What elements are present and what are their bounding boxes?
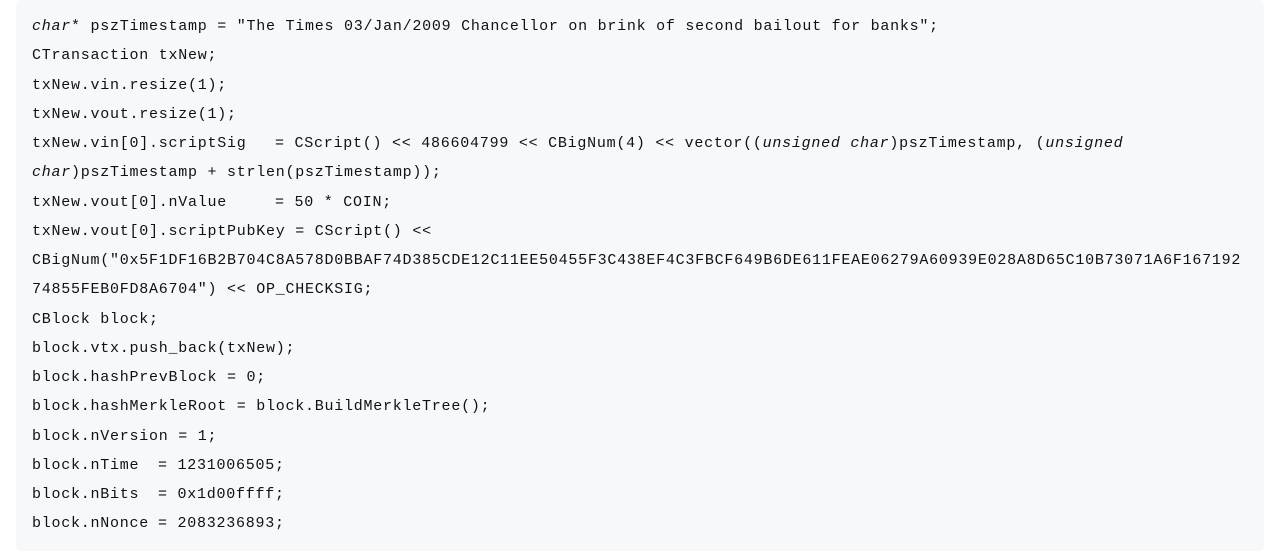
- code-token: * pszTimestamp = "The Times 03/Jan/2009 …: [71, 18, 939, 35]
- code-rhs: = 2083236893;: [158, 515, 285, 532]
- code-line: CTransaction txNew;: [32, 47, 217, 64]
- code-rhs: = 50 * COIN;: [275, 194, 392, 211]
- code-line: CBlock block;: [32, 311, 159, 328]
- code-lhs: txNew.vout[0].nValue: [32, 188, 275, 217]
- code-line: block.nVersion = 1;: [32, 428, 217, 445]
- code-line: block.hashPrevBlock = 0;: [32, 369, 266, 386]
- code-rhs: = 1231006505;: [158, 457, 285, 474]
- code-lhs: block.nNonce: [32, 509, 158, 538]
- code-line: txNew.vout.resize(1);: [32, 106, 237, 123]
- code-line: block.hashMerkleRoot = block.BuildMerkle…: [32, 398, 490, 415]
- code-lhs: txNew.vout[0].scriptPubKey: [32, 223, 295, 240]
- code-line: txNew.vin.resize(1);: [32, 77, 227, 94]
- code-token: = CScript() << 486604799 << CBigNum(4) <…: [275, 135, 763, 152]
- code-token: unsigned char: [763, 135, 890, 152]
- code-line: block.vtx.push_back(txNew);: [32, 340, 295, 357]
- code-token: )pszTimestamp + strlen(pszTimestamp));: [71, 164, 442, 181]
- code-block: char* pszTimestamp = "The Times 03/Jan/2…: [16, 0, 1264, 551]
- code-lhs: block.nTime: [32, 451, 158, 480]
- code-lhs: txNew.vin[0].scriptSig: [32, 129, 275, 158]
- code-lhs: block.nBits: [32, 480, 158, 509]
- code-token: char: [32, 18, 71, 35]
- code-rhs: = 0x1d00ffff;: [158, 486, 285, 503]
- code-token: )pszTimestamp, (: [889, 135, 1045, 152]
